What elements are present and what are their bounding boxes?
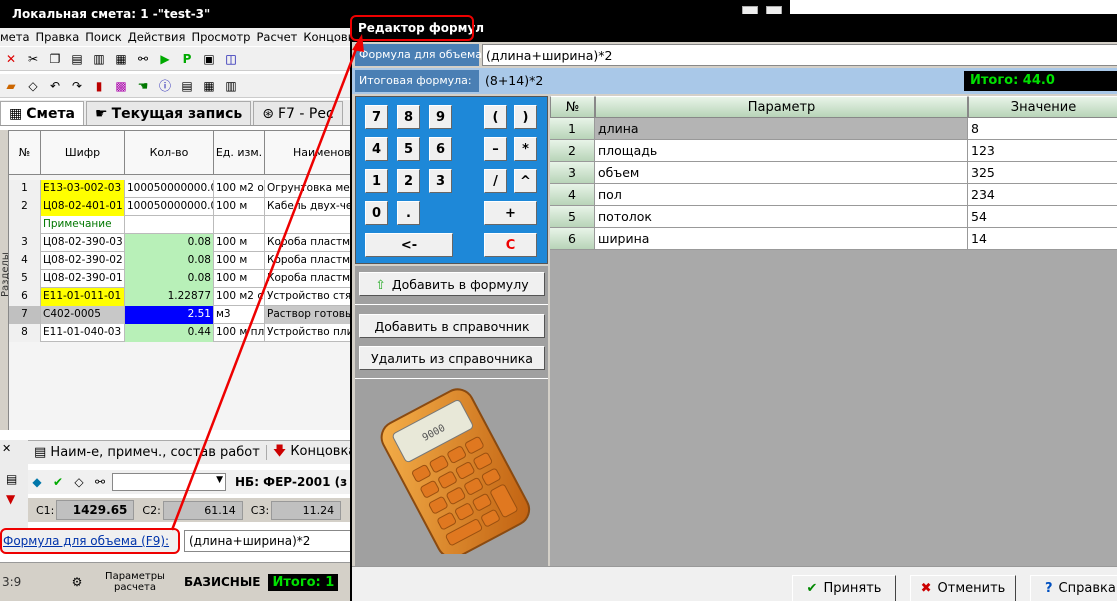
screen: Локальная смета: 1 -"test-3" мета Правка…: [0, 0, 1117, 601]
annotation-arrow-icon: [170, 34, 364, 531]
